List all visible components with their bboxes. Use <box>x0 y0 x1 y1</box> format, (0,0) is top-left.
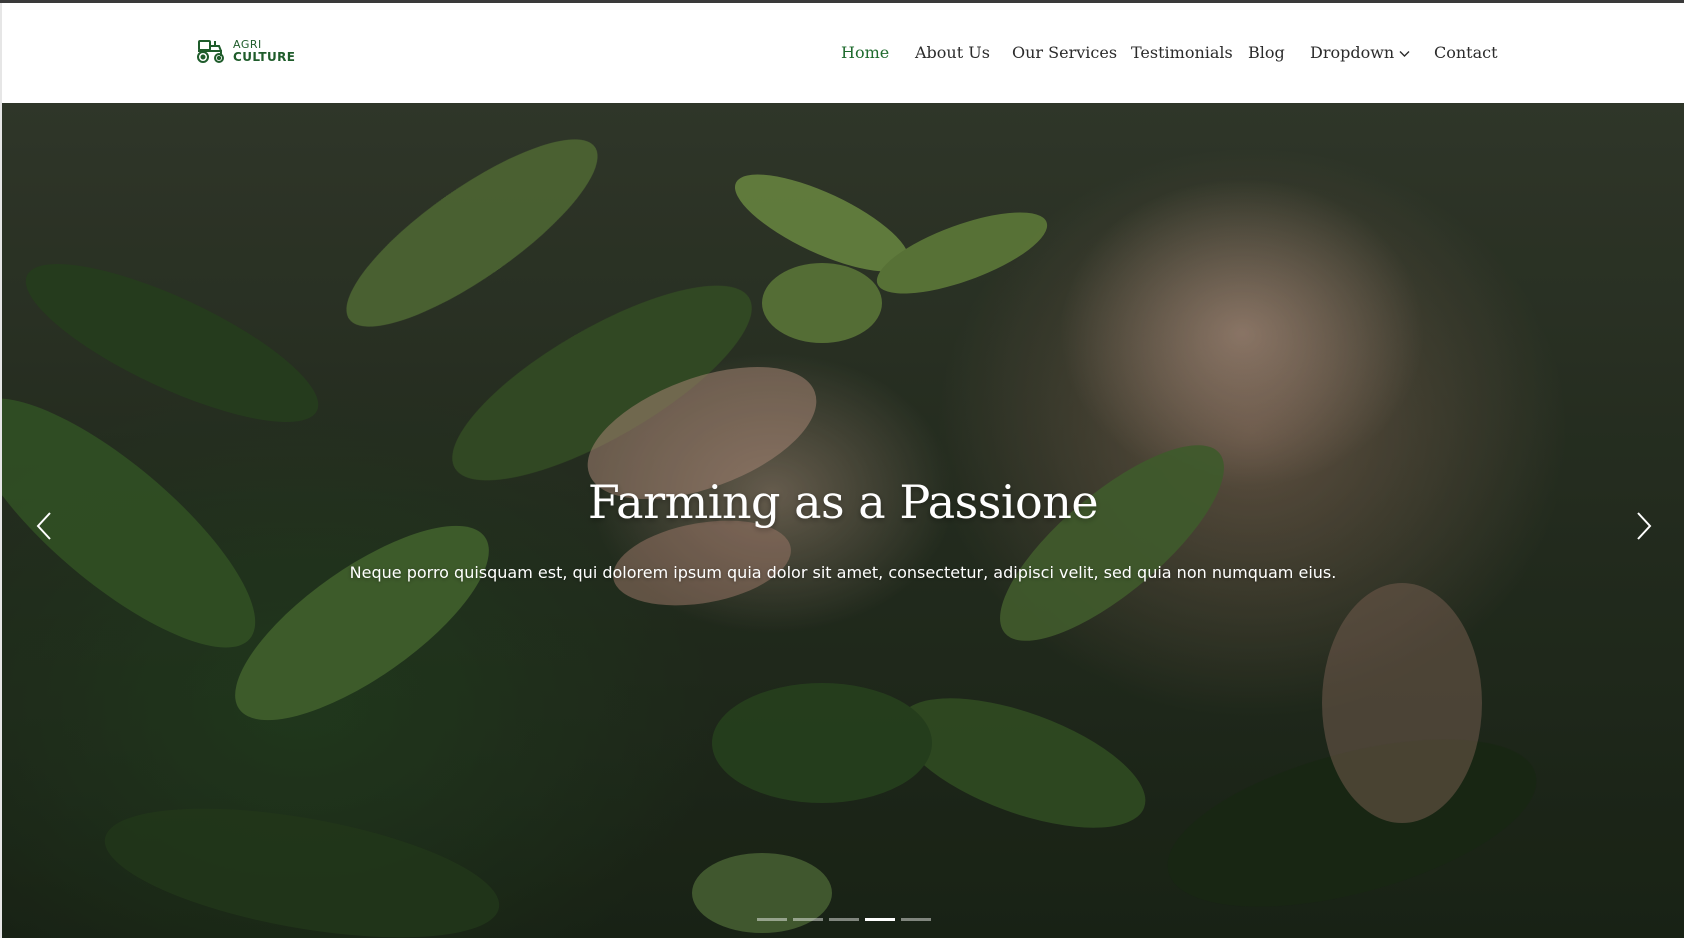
chevron-down-icon <box>1399 43 1410 62</box>
hero-carousel: Farming as a Passione Neque porro quisqu… <box>2 103 1684 938</box>
hero-title: Farming as a Passione <box>587 475 1099 529</box>
carousel-indicator-1[interactable] <box>757 918 787 921</box>
carousel-indicator-4[interactable] <box>865 918 895 921</box>
nav-item-dropdown-label: Dropdown <box>1310 43 1395 62</box>
carousel-indicator-5[interactable] <box>901 918 931 921</box>
nav-item-blog[interactable]: Blog <box>1248 43 1285 62</box>
nav-item-about-us[interactable]: About Us <box>915 43 990 62</box>
main-nav: Home About Us Our Services Testimonials … <box>0 43 1684 65</box>
nav-item-dropdown[interactable]: Dropdown <box>1310 43 1410 62</box>
hero-subtitle: Neque porro quisquam est, qui dolorem ip… <box>349 563 1337 582</box>
carousel-next-button[interactable] <box>1624 503 1664 553</box>
carousel-indicator-2[interactable] <box>793 918 823 921</box>
nav-item-our-services[interactable]: Our Services <box>1012 43 1117 62</box>
carousel-prev-button[interactable] <box>24 503 64 553</box>
carousel-indicator-3[interactable] <box>829 918 859 921</box>
chevron-left-icon <box>35 511 53 546</box>
chevron-right-icon <box>1635 511 1653 546</box>
nav-item-home[interactable]: Home <box>841 43 889 62</box>
nav-item-testimonials[interactable]: Testimonials <box>1131 43 1233 62</box>
carousel-indicators <box>757 918 931 921</box>
nav-item-contact[interactable]: Contact <box>1434 43 1498 62</box>
